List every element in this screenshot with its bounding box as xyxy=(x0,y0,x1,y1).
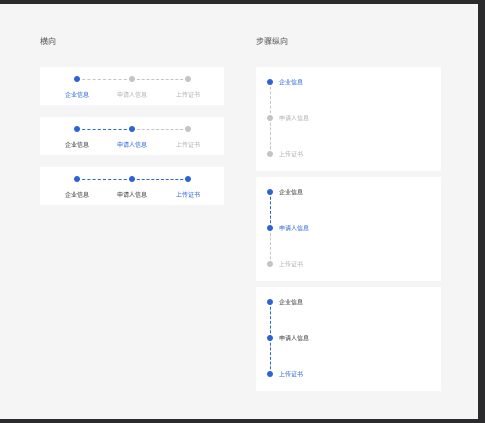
step-connector xyxy=(77,129,132,130)
step-dot[interactable] xyxy=(267,151,273,157)
step-dot[interactable] xyxy=(185,176,191,182)
horizontal-stepper-card: 企业信息 申请人信息 上传证书 xyxy=(40,67,224,105)
step-label[interactable]: 申请人信息 xyxy=(279,224,309,233)
horizontal-section-title: 横向 xyxy=(40,37,56,46)
step-label[interactable]: 申请人信息 xyxy=(279,114,309,123)
step-connector xyxy=(270,118,271,154)
step-dot[interactable] xyxy=(185,76,191,82)
step-label[interactable]: 企业信息 xyxy=(65,90,89,99)
step-label[interactable]: 企业信息 xyxy=(279,298,303,307)
step-dot[interactable] xyxy=(185,126,191,132)
step-label[interactable]: 申请人信息 xyxy=(279,334,309,343)
step-label[interactable]: 上传证书 xyxy=(279,150,303,159)
step-connector xyxy=(77,179,132,180)
step-label[interactable]: 申请人信息 xyxy=(117,190,147,199)
step-dot[interactable] xyxy=(74,126,80,132)
step-dot[interactable] xyxy=(267,299,273,305)
step-connector xyxy=(270,82,271,118)
step-dot[interactable] xyxy=(129,176,135,182)
vertical-stepper-card: 企业信息申请人信息上传证书 xyxy=(256,177,441,281)
step-label[interactable]: 申请人信息 xyxy=(117,140,147,149)
step-label[interactable]: 上传证书 xyxy=(176,140,200,149)
step-connector xyxy=(270,302,271,338)
step-label[interactable]: 企业信息 xyxy=(279,188,303,197)
step-dot[interactable] xyxy=(267,115,273,121)
step-connector xyxy=(270,228,271,264)
step-dot[interactable] xyxy=(74,176,80,182)
step-connector xyxy=(132,129,188,130)
step-connector xyxy=(132,179,188,180)
vertical-stepper-card: 企业信息申请人信息上传证书 xyxy=(256,287,441,391)
step-label[interactable]: 上传证书 xyxy=(176,90,200,99)
step-dot[interactable] xyxy=(74,76,80,82)
step-label[interactable]: 上传证书 xyxy=(279,370,303,379)
vertical-section-title: 步骤纵向 xyxy=(256,37,288,46)
step-connector xyxy=(270,338,271,374)
step-connector xyxy=(270,192,271,228)
step-dot[interactable] xyxy=(267,189,273,195)
step-dot[interactable] xyxy=(267,371,273,377)
step-dot[interactable] xyxy=(267,261,273,267)
step-label[interactable]: 上传证书 xyxy=(176,190,200,199)
step-dot[interactable] xyxy=(267,225,273,231)
canvas: 横向 步骤纵向 企业信息 申请人信息 上传证书 企业信息 申请人信息 上传证书 企业信息 申请… xyxy=(0,4,478,419)
step-connector xyxy=(132,79,188,80)
step-dot[interactable] xyxy=(129,76,135,82)
step-label[interactable]: 申请人信息 xyxy=(117,90,147,99)
step-label[interactable]: 上传证书 xyxy=(279,260,303,269)
step-label[interactable]: 企业信息 xyxy=(65,140,89,149)
step-connector xyxy=(77,79,132,80)
step-dot[interactable] xyxy=(129,126,135,132)
step-dot[interactable] xyxy=(267,335,273,341)
horizontal-stepper-card: 企业信息 申请人信息 上传证书 xyxy=(40,167,224,205)
step-dot[interactable] xyxy=(267,79,273,85)
vertical-stepper-card: 企业信息申请人信息上传证书 xyxy=(256,67,441,171)
horizontal-stepper-card: 企业信息 申请人信息 上传证书 xyxy=(40,117,224,155)
step-label[interactable]: 企业信息 xyxy=(279,78,303,87)
step-label[interactable]: 企业信息 xyxy=(65,190,89,199)
